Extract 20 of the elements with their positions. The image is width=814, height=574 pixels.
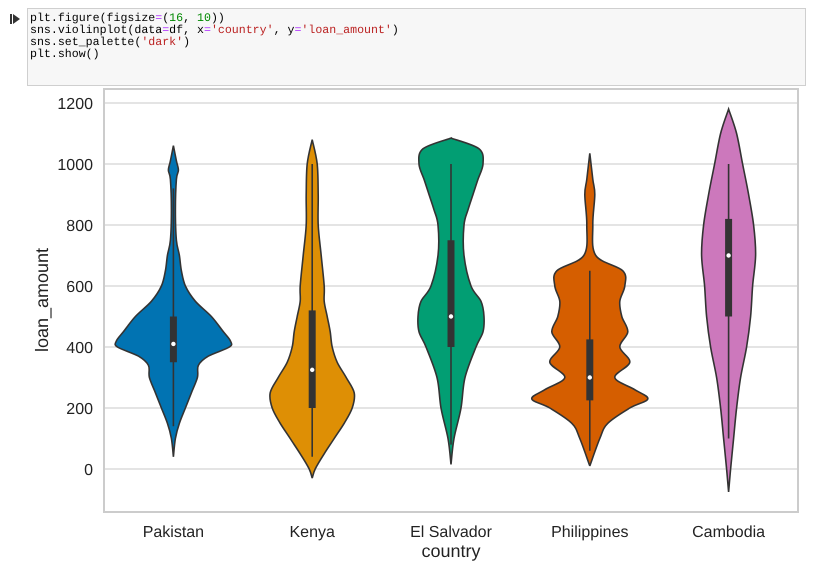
x-tick-label: El Salvador bbox=[410, 524, 492, 541]
y-tick-label: 1000 bbox=[57, 157, 93, 174]
y-tick-label: 600 bbox=[66, 279, 93, 296]
y-tick-label: 0 bbox=[84, 462, 93, 479]
y-axis-label: loan_amount bbox=[32, 248, 52, 352]
code-line: sns.violinplot(data=df, x='country', y='loan_amount') bbox=[30, 25, 399, 37]
x-tick-label: Pakistan bbox=[142, 524, 204, 541]
y-tick-label: 200 bbox=[66, 401, 93, 418]
x-tick-label: Kenya bbox=[290, 524, 335, 541]
y-tick-label: 800 bbox=[66, 218, 93, 235]
code-line: sns.set_palette('dark') bbox=[30, 37, 190, 49]
y-tick-label: 400 bbox=[66, 340, 93, 357]
code-line: plt.show() bbox=[30, 49, 100, 61]
code-editor[interactable]: plt.figure(figsize=(16, 10)) sns.violinplot(data=df, x='country', y='loan_amount') sns.set_palette('dark') plt.show() bbox=[27, 8, 806, 86]
x-tick-label: Philippines bbox=[551, 524, 628, 541]
x-tick-label: Cambodia bbox=[692, 524, 766, 541]
code-line: plt.figure(figsize=(16, 10)) bbox=[30, 13, 225, 25]
run-icon[interactable] bbox=[10, 14, 20, 24]
y-tick-label: 1200 bbox=[57, 96, 93, 113]
x-axis-label: country bbox=[421, 541, 481, 561]
